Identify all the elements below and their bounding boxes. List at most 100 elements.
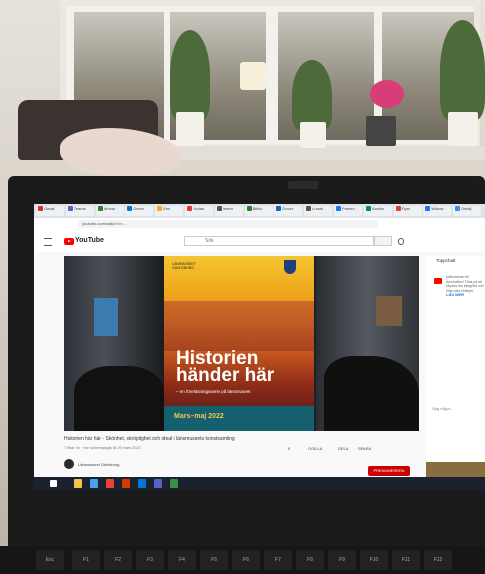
channel-name[interactable]: Länsmuseet Gävleborg: [78, 462, 119, 467]
poster-dates: Mars–maj 2022: [174, 413, 224, 420]
tab-label: Lunds: [312, 206, 324, 211]
f-key[interactable]: F5: [200, 550, 228, 570]
f-key[interactable]: F12: [424, 550, 452, 570]
tab-favicon-icon: [97, 206, 103, 212]
teams-icon[interactable]: [154, 479, 162, 488]
outlook-icon[interactable]: [138, 479, 146, 488]
tab-label: Dever: [133, 206, 145, 211]
youtube-logo-icon[interactable]: [64, 238, 74, 245]
chat-heading[interactable]: Toppchatt: [436, 258, 456, 263]
tab-label: Intern: [222, 206, 234, 211]
f-key[interactable]: F8: [296, 550, 324, 570]
tab-favicon-icon: [395, 206, 401, 212]
f-key[interactable]: F2: [104, 550, 132, 570]
browser-tab[interactable]: Arrival: [95, 206, 124, 216]
plant: [292, 60, 332, 130]
f-key[interactable]: F10: [360, 550, 388, 570]
tab-favicon-icon: [127, 206, 133, 212]
start-icon[interactable]: [50, 480, 57, 487]
youtube-logo-text[interactable]: YouTube: [75, 237, 104, 244]
plant-pot: [300, 122, 326, 148]
browser-tab[interactable]: Gmail: [36, 206, 64, 216]
f-key[interactable]: F11: [392, 550, 420, 570]
tab-favicon-icon: [365, 206, 371, 212]
lamp: [240, 62, 266, 90]
tab-label: Flyer: [401, 206, 411, 211]
browser-tab[interactable]: Detalj: [453, 206, 482, 216]
search-input[interactable]: Sök: [184, 236, 374, 246]
browser-tab[interactable]: Teams: [65, 206, 94, 216]
tab-label: Yodan: [193, 206, 205, 211]
save-button[interactable]: SPARA: [358, 446, 371, 451]
microphone-icon[interactable]: [398, 238, 404, 245]
read-more-link[interactable]: LÄS MER: [446, 292, 464, 297]
tab-favicon-icon: [336, 206, 341, 212]
menu-icon[interactable]: [44, 238, 52, 246]
browser-tab[interactable]: Flyer: [393, 206, 422, 216]
tab-favicon-icon: [425, 206, 431, 212]
poster-org: LÄNSMUSEET GÄVLEBORG: [172, 262, 196, 270]
f-key[interactable]: F6: [232, 550, 260, 570]
laptop-keyboard: Esc F1 F2 F3 F4 F5 F6 F7 F8 F9 F10 F11 F…: [0, 546, 485, 574]
chat-notice: Välkommen till livechatten! Tänk på att …: [446, 275, 484, 293]
video-title: Historien här här - Skönhet, skröplighet…: [64, 436, 235, 442]
f-key[interactable]: F7: [264, 550, 292, 570]
browser-tab[interactable]: Intern: [214, 206, 243, 216]
browser-tab[interactable]: Dover: [274, 206, 303, 216]
file-explorer-icon[interactable]: [74, 479, 82, 488]
subscribe-button[interactable]: PRENUMERERA: [368, 466, 410, 476]
gallery-room-left: [64, 256, 164, 431]
lecture-poster: LÄNSMUSEET GÄVLEBORG Historien händer hä…: [164, 256, 314, 431]
browser-tab-strip: Gmail Teams Arrival Dever Enn Yodan Intern Bibl…: [34, 204, 485, 218]
app-icon[interactable]: [170, 479, 178, 488]
poster-title-line: händer här: [176, 365, 275, 386]
tab-label: Presen: [342, 206, 355, 211]
dislike-button[interactable]: OGILLA: [308, 446, 322, 451]
tab-label: Biblio: [252, 206, 263, 211]
share-button[interactable]: DELA: [338, 446, 348, 451]
tab-favicon-icon: [157, 206, 163, 212]
like-button[interactable]: 0: [288, 446, 290, 451]
audience-left: [74, 366, 164, 431]
tab-favicon-icon: [67, 206, 73, 212]
live-chat-panel: Toppchatt Välkommen till livechatten! Tä…: [426, 256, 485, 490]
orchid-flower: [370, 80, 404, 108]
poster-title: Historien händer här: [176, 349, 308, 386]
painting: [376, 296, 402, 326]
esc-key[interactable]: Esc: [36, 550, 64, 570]
chrome-icon[interactable]: [106, 479, 114, 488]
plant: [440, 20, 485, 120]
edge-icon[interactable]: [90, 479, 98, 488]
f-key[interactable]: F9: [328, 550, 356, 570]
tab-label: Teams: [73, 206, 86, 211]
browser-tab[interactable]: Biblio: [244, 206, 273, 216]
channel-avatar[interactable]: [64, 459, 74, 469]
tab-label: Gmail: [44, 206, 55, 211]
tab-label: Widow: [431, 206, 444, 211]
browser-tab[interactable]: Samlin: [363, 206, 392, 216]
browser-tab[interactable]: Widow: [423, 206, 452, 216]
audience-right: [324, 356, 419, 431]
poster-building-photo: [164, 301, 314, 351]
plant-pot: [366, 116, 396, 146]
tab-favicon-icon: [455, 206, 461, 212]
browser-tab[interactable]: Lunds: [304, 206, 333, 216]
browser-tab[interactable]: Dever: [125, 206, 154, 216]
f-key[interactable]: F4: [168, 550, 196, 570]
browser-tab[interactable]: Enn: [155, 206, 184, 216]
webcam: [288, 181, 318, 189]
browser-tab[interactable]: Presen: [334, 206, 362, 216]
search-button[interactable]: [374, 236, 392, 246]
f-key[interactable]: F1: [72, 550, 100, 570]
f-key[interactable]: F3: [136, 550, 164, 570]
tab-label: Detalj: [461, 206, 472, 211]
video-player[interactable]: LÄNSMUSEET GÄVLEBORG Historien händer hä…: [64, 256, 419, 431]
plant-pot: [448, 112, 478, 146]
poster-crest-icon: [284, 260, 296, 274]
chat-input[interactable]: Säg något...: [432, 406, 454, 411]
plant-pot: [176, 112, 204, 146]
address-field[interactable]: youtube.com/watch?v=...: [78, 220, 378, 228]
office-icon[interactable]: [122, 479, 130, 488]
tab-label: Arrival: [103, 206, 115, 211]
browser-tab[interactable]: Yodan: [185, 206, 213, 216]
